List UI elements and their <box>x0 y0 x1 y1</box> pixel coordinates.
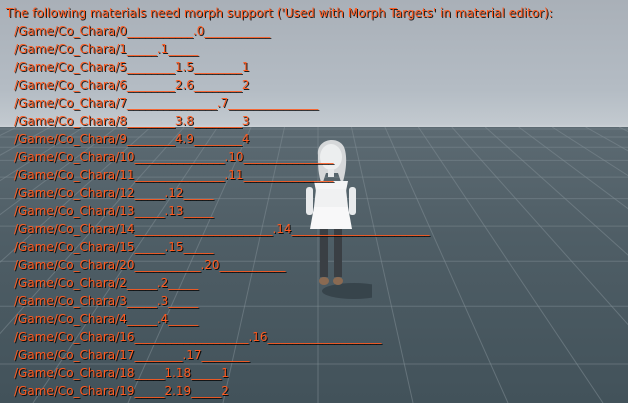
material-entry: /Game/Co_Chara/18_____1.18_____1 <box>14 366 229 380</box>
material-entry: /Game/Co_Chara/14_______________________… <box>14 222 430 236</box>
material-entry: /Game/Co_Chara/6________2.6________2 <box>14 78 250 92</box>
material-entry: /Game/Co_Chara/0___________.0___________ <box>14 24 271 38</box>
material-entry: /Game/Co_Chara/5________1.5________1 <box>14 60 250 74</box>
material-entry: /Game/Co_Chara/15_____.15_____ <box>14 240 214 254</box>
material-entry: /Game/Co_Chara/2_____.2_____ <box>14 276 199 290</box>
material-entry: /Game/Co_Chara/7_______________.7_______… <box>14 96 319 110</box>
material-entry: /Game/Co_Chara/16___________________.16_… <box>14 330 382 344</box>
material-entry: /Game/Co_Chara/11_______________.11_____… <box>14 168 334 182</box>
material-entry: /Game/Co_Chara/20___________.20_________… <box>14 258 286 272</box>
material-entry: /Game/Co_Chara/19_____2.19_____2 <box>14 384 229 398</box>
material-entry: /Game/Co_Chara/9________4.9________4 <box>14 132 250 146</box>
material-entry: /Game/Co_Chara/12_____.12_____ <box>14 186 214 200</box>
morph-warning-message: The following materials need morph suppo… <box>0 0 628 403</box>
material-entry: /Game/Co_Chara/3_____.3_____ <box>14 294 199 308</box>
material-entry: /Game/Co_Chara/8________3.8________3 <box>14 114 250 128</box>
material-entry: /Game/Co_Chara/1_____.1_____ <box>14 42 199 56</box>
material-entry: /Game/Co_Chara/10_______________.10_____… <box>14 150 334 164</box>
material-entry: /Game/Co_Chara/13_____.13_____ <box>14 204 214 218</box>
material-entry: /Game/Co_Chara/17________.17________ <box>14 348 250 362</box>
message-header: The following materials need morph suppo… <box>6 6 553 20</box>
material-entry: /Game/Co_Chara/4_____.4_____ <box>14 312 199 326</box>
